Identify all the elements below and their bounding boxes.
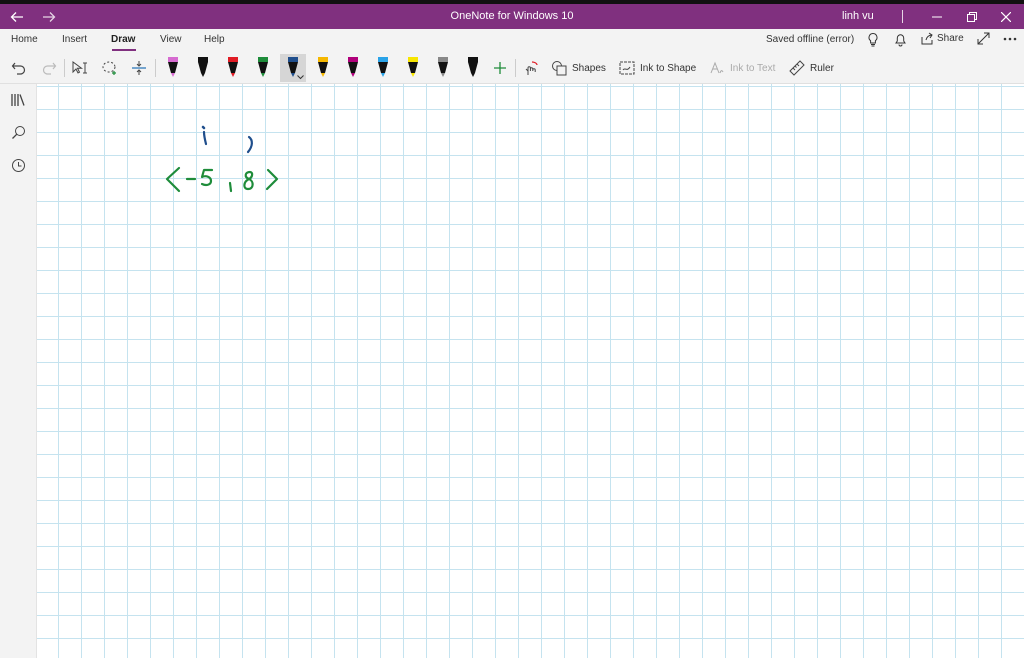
note-canvas[interactable] bbox=[37, 84, 1024, 658]
pen-icon bbox=[408, 57, 418, 77]
tell-me-button[interactable] bbox=[867, 32, 879, 47]
left-sidebar bbox=[0, 84, 37, 658]
pen-icon bbox=[468, 57, 478, 77]
ink-to-text-label: Ink to Text bbox=[730, 62, 776, 74]
share-label: Share bbox=[937, 33, 964, 44]
undo-button[interactable] bbox=[9, 55, 29, 81]
redo-icon bbox=[42, 62, 57, 75]
more-icon bbox=[1003, 37, 1017, 41]
pen-4-button[interactable] bbox=[250, 54, 276, 82]
toolbar-separator bbox=[515, 59, 516, 77]
expand-icon bbox=[977, 32, 990, 45]
pen-9-button[interactable] bbox=[400, 54, 426, 82]
draw-toolbar: Shapes Ink to Shape Ink to Text Ruler bbox=[0, 53, 1024, 84]
insert-space-icon bbox=[132, 61, 146, 75]
pen-3-button[interactable] bbox=[220, 54, 246, 82]
library-icon bbox=[11, 94, 25, 106]
plus-icon bbox=[494, 62, 506, 74]
pen-icon bbox=[378, 57, 388, 77]
pen-icon bbox=[318, 57, 328, 77]
title-separator bbox=[902, 10, 903, 23]
close-button[interactable] bbox=[995, 4, 1017, 29]
toolbar-separator bbox=[155, 59, 156, 77]
pen-icon bbox=[168, 57, 178, 77]
more-options-button[interactable] bbox=[1003, 32, 1017, 45]
title-bar: OneNote for Windows 10 linh vu bbox=[0, 4, 1024, 29]
add-space-button[interactable] bbox=[129, 55, 149, 81]
notifications-button[interactable] bbox=[894, 32, 907, 47]
minimize-icon bbox=[932, 16, 942, 17]
share-button[interactable]: Share bbox=[921, 32, 964, 45]
pen-icon bbox=[228, 57, 238, 77]
touch-draw-icon bbox=[525, 61, 538, 75]
recent-notes-button[interactable] bbox=[8, 155, 28, 175]
active-tab-indicator bbox=[112, 49, 136, 51]
pen-7-button[interactable] bbox=[340, 54, 366, 82]
ink-to-shape-label: Ink to Shape bbox=[640, 62, 697, 74]
tab-view[interactable]: View bbox=[160, 34, 182, 45]
ribbon-tabs: Home Insert Draw View Help Saved offline… bbox=[0, 29, 1024, 53]
pen-icon bbox=[198, 57, 208, 77]
chevron-down-icon bbox=[297, 75, 304, 80]
redo-button[interactable] bbox=[39, 55, 59, 81]
clock-icon bbox=[11, 158, 25, 172]
share-icon bbox=[921, 32, 933, 45]
ink-to-text-button: Ink to Text bbox=[709, 55, 775, 81]
user-name[interactable]: linh vu bbox=[842, 4, 874, 29]
ruler-button[interactable]: Ruler bbox=[789, 55, 834, 81]
ink-to-text-icon bbox=[710, 61, 724, 74]
close-icon bbox=[1001, 11, 1011, 22]
handwritten-ink bbox=[165, 125, 279, 193]
pen-icon bbox=[348, 57, 358, 77]
touch-draw-button[interactable] bbox=[520, 55, 542, 81]
cursor-text-icon bbox=[72, 61, 87, 74]
lasso-icon bbox=[102, 61, 116, 75]
add-pen-button[interactable] bbox=[490, 55, 510, 81]
search-icon bbox=[11, 125, 25, 139]
pen-8-button[interactable] bbox=[370, 54, 396, 82]
lasso-select-button[interactable] bbox=[100, 55, 120, 81]
pen-10-button[interactable] bbox=[430, 54, 456, 82]
search-button[interactable] bbox=[8, 122, 28, 142]
bell-icon bbox=[895, 34, 906, 47]
pen-6-button[interactable] bbox=[310, 54, 336, 82]
notebooks-button[interactable] bbox=[8, 90, 28, 110]
undo-icon bbox=[11, 62, 26, 75]
pen-1-button[interactable] bbox=[160, 54, 186, 82]
restore-icon bbox=[967, 11, 977, 22]
shapes-icon bbox=[552, 61, 567, 76]
toolbar-separator bbox=[64, 59, 65, 77]
tab-home[interactable]: Home bbox=[11, 34, 38, 45]
ruler-label: Ruler bbox=[810, 62, 834, 74]
tab-insert[interactable]: Insert bbox=[62, 34, 87, 45]
restore-button[interactable] bbox=[961, 4, 983, 29]
tab-draw[interactable]: Draw bbox=[111, 34, 135, 45]
sync-status[interactable]: Saved offline (error) bbox=[766, 34, 854, 45]
ruler-icon bbox=[789, 60, 805, 76]
shapes-button[interactable]: Shapes bbox=[551, 55, 606, 81]
ink-stroke-blue bbox=[201, 125, 253, 154]
ink-stroke-green bbox=[165, 166, 279, 193]
shapes-label: Shapes bbox=[572, 62, 606, 74]
pen-11-button[interactable] bbox=[460, 54, 486, 82]
ink-to-shape-button[interactable]: Ink to Shape bbox=[619, 55, 696, 81]
type-select-button[interactable] bbox=[70, 55, 90, 81]
pen-icon bbox=[438, 57, 448, 77]
lightbulb-icon bbox=[868, 32, 878, 47]
tab-help[interactable]: Help bbox=[204, 34, 225, 45]
ink-to-shape-icon bbox=[619, 61, 635, 75]
pen-2-button[interactable] bbox=[190, 54, 216, 82]
pen-5-button[interactable] bbox=[280, 54, 306, 82]
pen-icon bbox=[258, 57, 268, 77]
minimize-button[interactable] bbox=[926, 4, 948, 29]
fullscreen-button[interactable] bbox=[977, 32, 990, 45]
